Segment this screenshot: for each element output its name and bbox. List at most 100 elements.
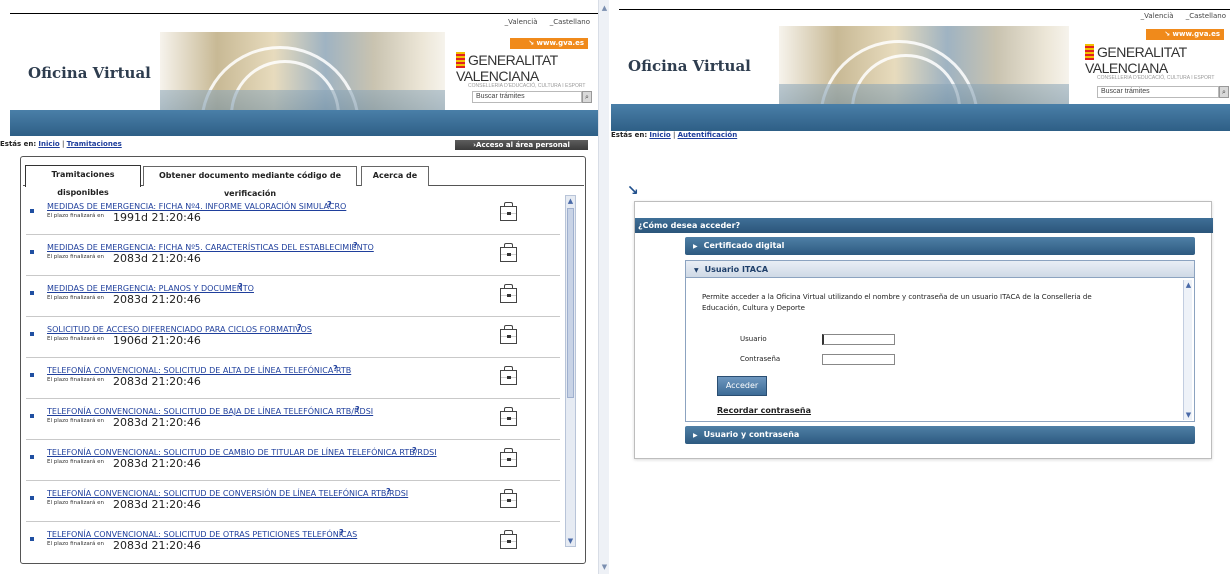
scroll-down-icon[interactable]: ▼ — [1184, 411, 1193, 419]
scroll-up-icon[interactable]: ▲ — [600, 4, 609, 13]
usuario-label: Usuario — [740, 335, 767, 343]
list-item: TELEFONÍA CONVENCIONAL: SOLICITUD DE CAM… — [26, 440, 560, 481]
briefcase-icon[interactable] — [500, 530, 517, 549]
nav-bar — [611, 104, 1230, 131]
tramite-link[interactable]: MEDIDAS DE EMERGENCIA: FICHA Nº4. INFORM… — [47, 202, 346, 211]
lang-castellano-link[interactable]: _Castellano — [550, 18, 590, 26]
breadcrumb-current-link[interactable]: Autentificación — [678, 131, 738, 139]
briefcase-icon[interactable] — [500, 325, 517, 344]
usuario-input[interactable] — [822, 334, 895, 345]
search-icon[interactable]: ⌕ — [1219, 86, 1229, 98]
tramite-link[interactable]: TELEFONÍA CONVENCIONAL: SOLICITUD DE OTR… — [47, 530, 357, 539]
lang-castellano-link[interactable]: _Castellano — [1186, 12, 1226, 20]
help-icon[interactable]: ? — [339, 528, 344, 537]
list-item: TELEFONÍA CONVENCIONAL: SOLICITUD DE ALT… — [26, 358, 560, 399]
flag-icon — [1085, 44, 1094, 60]
chevron-right-icon: ▶ — [693, 243, 698, 250]
plazo-label: El plazo finalizará en — [47, 500, 105, 506]
help-icon[interactable]: ? — [297, 323, 302, 332]
tab-verificacion[interactable]: Obtener documento mediante código de ver… — [143, 166, 357, 198]
scroll-up-icon[interactable]: ▲ — [566, 197, 575, 205]
lang-valenciano-link[interactable]: _Valencià — [505, 18, 538, 26]
tramite-link[interactable]: TELEFONÍA CONVENCIONAL: SOLICITUD DE CON… — [47, 489, 408, 498]
plazo-value: 2083d 21:20:46 — [113, 252, 201, 265]
help-icon[interactable]: ? — [238, 282, 243, 291]
bullet-icon — [30, 414, 34, 418]
tab-acerca[interactable]: Acerca de — [361, 166, 429, 186]
plazo-value: 2083d 21:20:46 — [113, 457, 201, 470]
plazo-value: 2083d 21:20:46 — [113, 375, 201, 388]
help-icon[interactable]: ? — [327, 200, 332, 209]
list-item: TELEFONÍA CONVENCIONAL: SOLICITUD DE OTR… — [26, 522, 560, 558]
list-scrollbar[interactable]: ▲ ▼ — [565, 195, 576, 547]
hero-banner-image — [160, 32, 445, 136]
tramite-link[interactable]: TELEFONÍA CONVENCIONAL: SOLICITUD DE BAJ… — [47, 407, 373, 416]
tramite-link[interactable]: TELEFONÍA CONVENCIONAL: SOLICITUD DE ALT… — [47, 366, 351, 375]
briefcase-icon[interactable] — [500, 448, 517, 467]
plazo-label: El plazo finalizará en — [47, 377, 105, 383]
plazo-value: 2083d 21:20:46 — [113, 416, 201, 429]
plazo-label: El plazo finalizará en — [47, 213, 105, 219]
briefcase-icon[interactable] — [500, 284, 517, 303]
scroll-up-icon[interactable]: ▲ — [1184, 281, 1193, 289]
help-icon[interactable]: ? — [333, 364, 338, 373]
tramite-link[interactable]: SOLICITUD DE ACCESO DIFERENCIADO PARA CI… — [47, 325, 312, 334]
briefcase-icon[interactable] — [500, 366, 517, 385]
accordion-itaca[interactable]: ▼ Usuario ITACA — [685, 260, 1195, 278]
accordion-userpass[interactable]: ▶ Usuario y contraseña — [685, 426, 1195, 444]
list-item: TELEFONÍA CONVENCIONAL: SOLICITUD DE BAJ… — [26, 399, 560, 440]
arrow-icon: ↘ — [627, 183, 639, 199]
briefcase-icon[interactable] — [500, 243, 517, 262]
accordion-certificado[interactable]: ▶ Certificado digital — [685, 237, 1195, 255]
search-icon[interactable]: ⌕ — [582, 91, 592, 103]
itaca-form: Permite acceder a la Oficina Virtual uti… — [685, 278, 1195, 422]
bullet-icon — [30, 291, 34, 295]
password-input[interactable] — [822, 354, 895, 365]
app-title: Oficina Virtual — [28, 64, 151, 82]
breadcrumb-home-link[interactable]: Inicio — [38, 140, 59, 148]
access-panel: ¿Cómo desea acceder? ▶ Certificado digita… — [634, 201, 1213, 459]
help-icon[interactable]: ? — [353, 241, 358, 250]
right-window: _Valencià _Castellano Oficina Virtual ↘ … — [611, 0, 1230, 574]
personal-area-button[interactable]: ›Acceso al área personal — [455, 140, 588, 150]
scroll-down-icon[interactable]: ▼ — [600, 563, 609, 572]
top-rule — [10, 13, 598, 14]
site-header: Oficina Virtual ↘ www.gva.es GENERALITAT… — [10, 30, 598, 136]
breadcrumb-home-link[interactable]: Inicio — [649, 131, 670, 139]
language-switcher: _Valencià _Castellano — [1131, 12, 1226, 20]
tramite-link[interactable]: MEDIDAS DE EMERGENCIA: PLANOS Y DOCUMENT… — [47, 284, 254, 293]
site-header: Oficina Virtual ↘ www.gva.es GENERALITAT… — [611, 24, 1230, 130]
search-input[interactable]: Buscar trámites — [1097, 86, 1219, 98]
tab-tramitaciones[interactable]: Tramitaciones disponibles — [25, 165, 141, 197]
bullet-icon — [30, 250, 34, 254]
plazo-value: 2083d 21:20:46 — [113, 293, 201, 306]
breadcrumb-current-link[interactable]: Tramitaciones — [67, 140, 122, 148]
plazo-label: El plazo finalizará en — [47, 459, 105, 465]
scroll-down-icon[interactable]: ▼ — [566, 537, 575, 545]
gva-link[interactable]: ↘ www.gva.es — [510, 38, 588, 49]
chevron-right-icon: ▶ — [693, 432, 698, 439]
bullet-icon — [30, 332, 34, 336]
help-icon[interactable]: ? — [355, 405, 360, 414]
window-scrollbar[interactable]: ▲ ▼ — [598, 0, 609, 574]
tramite-link[interactable]: MEDIDAS DE EMERGENCIA: FICHA Nº5. CARACT… — [47, 243, 374, 252]
search-input[interactable]: Buscar trámites — [472, 91, 582, 103]
lang-valenciano-link[interactable]: _Valencià — [1141, 12, 1174, 20]
tab-strip: Tramitaciones disponibles Obtener docume… — [23, 162, 584, 198]
plazo-label: El plazo finalizará en — [47, 541, 105, 547]
gva-link[interactable]: ↘ www.gva.es — [1146, 29, 1224, 40]
briefcase-icon[interactable] — [500, 489, 517, 508]
briefcase-icon[interactable] — [500, 407, 517, 426]
help-icon[interactable]: ? — [386, 487, 391, 496]
briefcase-icon[interactable] — [500, 202, 517, 221]
language-switcher: _Valencià _Castellano — [495, 18, 590, 26]
left-window: _Valencià _Castellano Oficina Virtual ↘ … — [0, 0, 598, 574]
form-scrollbar[interactable]: ▲ ▼ — [1183, 280, 1192, 420]
tramites-list: MEDIDAS DE EMERGENCIA: FICHA Nº4. INFORM… — [26, 194, 564, 558]
help-icon[interactable]: ? — [412, 446, 417, 455]
scroll-thumb[interactable] — [567, 208, 574, 398]
tramite-link[interactable]: TELEFONÍA CONVENCIONAL: SOLICITUD DE CAM… — [47, 448, 437, 457]
acceder-button[interactable]: Acceder — [717, 376, 767, 396]
recordar-link[interactable]: Recordar contraseña — [717, 406, 811, 415]
chevron-down-icon: ▼ — [694, 267, 699, 274]
